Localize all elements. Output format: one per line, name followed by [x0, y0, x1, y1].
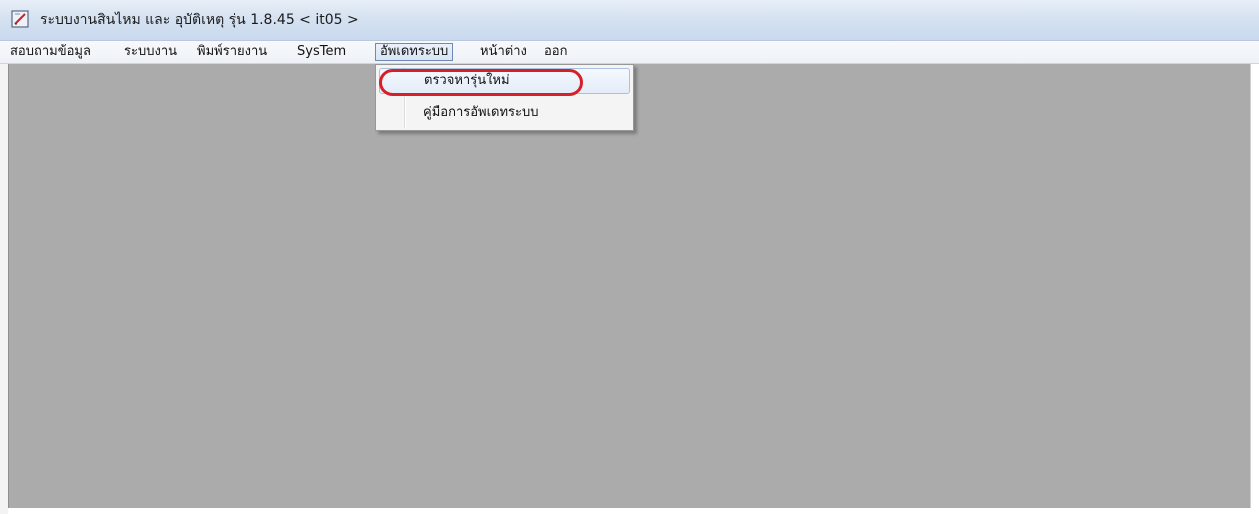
menu-update-system[interactable]: อัพเดทระบบ — [375, 43, 454, 61]
menu-item-update-manual[interactable]: คู่มือการอัพเดทระบบ — [379, 101, 630, 127]
window-frame-left — [0, 64, 8, 514]
update-dropdown-menu: ตรวจหารุ่นใหม่ คู่มือการอัพเดทระบบ — [375, 64, 634, 131]
menu-exit[interactable]: ออก — [540, 43, 572, 61]
menu-item-check-new-version[interactable]: ตรวจหารุ่นใหม่ — [379, 68, 630, 94]
window-title: ระบบงานสินไหม และ อุบัติเหตุ รุ่น 1.8.45… — [40, 12, 359, 28]
menu-system-work[interactable]: ระบบงาน — [120, 43, 181, 61]
menu-print-report[interactable]: พิมพ์รายงาน — [193, 43, 271, 61]
app-pencil-icon — [11, 10, 29, 28]
menu-inquiry[interactable]: สอบถามข้อมูล — [6, 43, 95, 61]
menu-bar: สอบถามข้อมูล ระบบงาน พิมพ์รายงาน SysTem … — [0, 41, 1259, 64]
title-bar: ระบบงานสินไหม และ อุบัติเหตุ รุ่น 1.8.45… — [0, 0, 1259, 41]
menu-window[interactable]: หน้าต่าง — [476, 43, 531, 61]
application-window: ระบบงานสินไหม และ อุบัติเหตุ รุ่น 1.8.45… — [0, 0, 1259, 514]
menu-system[interactable]: SysTem — [293, 43, 350, 61]
